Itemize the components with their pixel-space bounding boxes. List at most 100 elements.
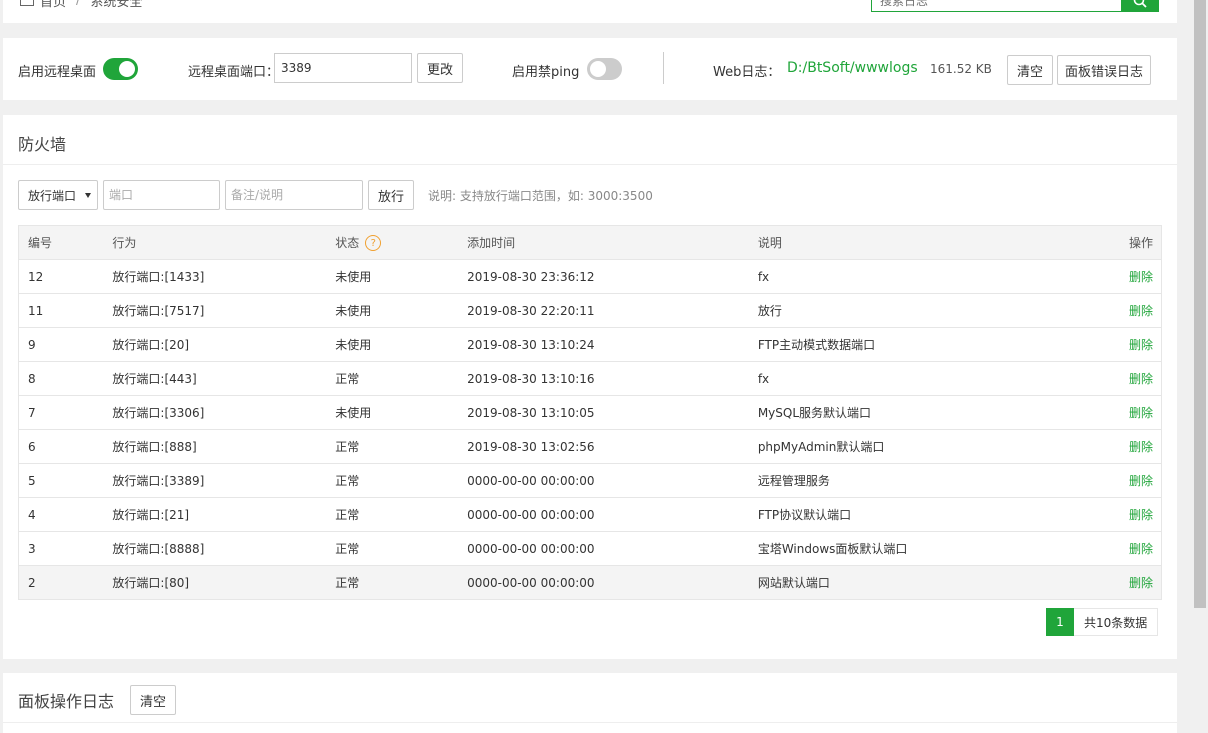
change-port-button[interactable]: 更改 (417, 53, 463, 83)
cell-action: 放行端口:[8888] (103, 531, 327, 566)
col-status-label: 状态 (335, 235, 360, 250)
cell-time: 0000-00-00 00:00:00 (458, 497, 749, 532)
toggle-knob (119, 61, 135, 77)
port-input[interactable] (103, 180, 220, 210)
delete-link[interactable]: 删除 (1129, 508, 1153, 522)
home-icon (20, 0, 34, 6)
web-log-path[interactable]: D:/BtSoft/wwwlogs (787, 60, 918, 76)
table-row: 7 放行端口:[3306] 未使用 2019-08-30 13:10:05 MySQL服… (18, 395, 1162, 430)
cell-action: 放行端口:[20] (103, 327, 327, 362)
clear-op-log-button[interactable]: 清空 (130, 685, 176, 715)
ping-toggle[interactable] (587, 58, 622, 80)
cell-desc: 宝塔Windows面板默认端口 (748, 531, 1049, 566)
cell-status: 未使用 (326, 293, 459, 328)
help-icon[interactable]: ? (365, 235, 382, 252)
cell-status: 正常 (326, 565, 459, 600)
table-header: 编号 行为 状态? 添加时间 说明 操作 (18, 225, 1162, 260)
delete-link: 删除 (1048, 429, 1162, 464)
delete-link: 删除 (1048, 259, 1162, 294)
col-id: 编号 (18, 225, 104, 260)
cell-desc: fx (748, 361, 1049, 396)
divider (3, 722, 1177, 723)
cell-status: 正常 (326, 361, 459, 396)
col-time: 添加时间 (458, 225, 749, 260)
rule-type-select[interactable]: 放行端口 (18, 180, 98, 210)
cell-desc: FTP协议默认端口 (748, 497, 1049, 532)
port-label: 远程桌面端口： (188, 65, 280, 80)
web-log-label: Web日志： (713, 65, 781, 80)
pagination: 1 共10条数据 (1046, 608, 1159, 636)
col-action: 行为 (103, 225, 327, 260)
ping-label: 启用禁ping (512, 65, 580, 80)
remote-port-input[interactable] (274, 53, 412, 83)
cell-status: 正常 (326, 429, 459, 464)
table-row: 5 放行端口:[3389] 正常 0000-00-00 00:00:00 远程管理服务 删… (18, 463, 1162, 498)
col-desc: 说明 (748, 225, 1049, 260)
delete-link[interactable]: 删除 (1129, 474, 1153, 488)
web-log-size: 161.52 KB (930, 62, 992, 76)
cell-time: 0000-00-00 00:00:00 (458, 565, 749, 600)
delete-link[interactable]: 删除 (1129, 270, 1153, 284)
delete-link: 删除 (1048, 565, 1162, 600)
delete-link[interactable]: 删除 (1129, 304, 1153, 318)
breadcrumb-home[interactable]: 首页 (40, 0, 66, 10)
remote-desktop-toggle[interactable] (103, 58, 138, 80)
table-row: 8 放行端口:[443] 正常 2019-08-30 13:10:16 fx 删除 (18, 361, 1162, 396)
scrollbar-thumb[interactable] (1194, 0, 1206, 608)
cell-desc: 远程管理服务 (748, 463, 1049, 498)
port-range-hint: 说明: 支持放行端口范围，如: 3000:3500 (428, 189, 653, 203)
cell-id: 9 (18, 327, 104, 362)
rule-type-value: 放行端口 (28, 188, 77, 203)
delete-link[interactable]: 删除 (1129, 406, 1153, 420)
cell-id: 4 (18, 497, 104, 532)
table-row: 3 放行端口:[8888] 正常 0000-00-00 00:00:00 宝塔Windo… (18, 531, 1162, 566)
cell-action: 放行端口:[1433] (103, 259, 327, 294)
chevron-down-icon (85, 193, 91, 198)
divider (3, 164, 1177, 165)
delete-link[interactable]: 删除 (1129, 576, 1153, 590)
cell-time: 2019-08-30 13:10:16 (458, 361, 749, 396)
delete-link: 删除 (1048, 361, 1162, 396)
cell-desc: MySQL服务默认端口 (748, 395, 1049, 430)
cell-time: 2019-08-30 22:20:11 (458, 293, 749, 328)
note-input[interactable] (225, 180, 363, 210)
delete-link: 删除 (1048, 497, 1162, 532)
table-row: 4 放行端口:[21] 正常 0000-00-00 00:00:00 FTP协议默认端口… (18, 497, 1162, 532)
cell-action: 放行端口:[80] (103, 565, 327, 600)
allow-button[interactable]: 放行 (368, 180, 414, 210)
cell-action: 放行端口:[3389] (103, 463, 327, 498)
cell-id: 7 (18, 395, 104, 430)
toggle-knob (590, 61, 606, 77)
clear-log-button[interactable]: 清空 (1007, 55, 1053, 85)
delete-link: 删除 (1048, 531, 1162, 566)
cell-time: 2019-08-30 23:36:12 (458, 259, 749, 294)
cell-id: 2 (18, 565, 104, 600)
delete-link[interactable]: 删除 (1129, 440, 1153, 454)
total-count: 共10条数据 (1074, 608, 1159, 636)
cell-id: 6 (18, 429, 104, 464)
op-log-panel: 面板操作日志 清空 (3, 673, 1177, 733)
delete-link: 删除 (1048, 395, 1162, 430)
cell-desc: fx (748, 259, 1049, 294)
cell-status: 未使用 (326, 327, 459, 362)
search-input[interactable] (871, 0, 1121, 12)
op-log-title: 面板操作日志 (18, 692, 115, 711)
cell-id: 5 (18, 463, 104, 498)
log-search (871, 0, 1159, 12)
cell-action: 放行端口:[888] (103, 429, 327, 464)
page-1[interactable]: 1 (1046, 608, 1074, 636)
table-row: 2 放行端口:[80] 正常 0000-00-00 00:00:00 网站默认端口 删除 (18, 565, 1162, 600)
delete-link[interactable]: 删除 (1129, 372, 1153, 386)
search-button[interactable] (1121, 0, 1159, 12)
col-op: 操作 (1048, 225, 1162, 260)
panel-error-log-button[interactable]: 面板错误日志 (1057, 55, 1151, 85)
cell-desc: 网站默认端口 (748, 565, 1049, 600)
cell-desc: FTP主动模式数据端口 (748, 327, 1049, 362)
delete-link[interactable]: 删除 (1129, 542, 1153, 556)
firewall-title: 防火墙 (18, 135, 67, 154)
col-status: 状态? (326, 225, 459, 260)
delete-link[interactable]: 删除 (1129, 338, 1153, 352)
delete-link: 删除 (1048, 293, 1162, 328)
cell-status: 正常 (326, 463, 459, 498)
settings-bar: 启用远程桌面 远程桌面端口： 更改 启用禁ping Web日志： D:/BtSo… (3, 38, 1177, 100)
